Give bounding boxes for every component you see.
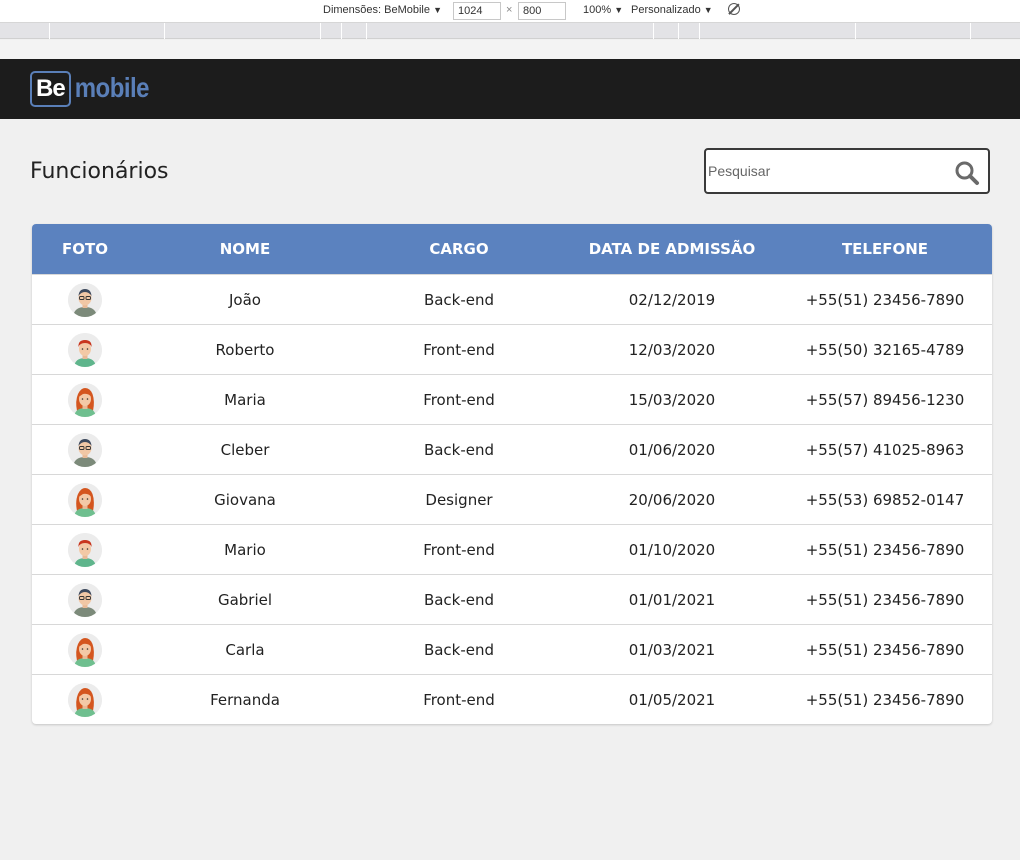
name-cell: Fernanda: [210, 690, 280, 709]
media-query-ruler[interactable]: [0, 23, 1020, 39]
app-header: Be mobile: [0, 59, 1020, 119]
search-icon[interactable]: [954, 160, 980, 186]
phone-cell: +55(50) 32165-4789: [805, 340, 965, 359]
name-cell: Carla: [225, 640, 265, 659]
role-cell: Front-end: [423, 390, 495, 409]
woman-redhair-avatar-icon: [68, 682, 102, 717]
photo-cell: [32, 532, 138, 567]
role-cell: Front-end: [423, 690, 495, 709]
role-cell: Front-end: [423, 340, 495, 359]
woman-redhair-avatar-icon: [68, 482, 102, 517]
search-box[interactable]: [704, 148, 990, 194]
name-cell: João: [229, 290, 261, 309]
table-row[interactable]: Giovana Designer 20/06/2020 +55(53) 6985…: [32, 474, 992, 524]
viewport-width-input[interactable]: [453, 2, 501, 20]
chevron-down-icon: ▼: [703, 5, 713, 15]
name-cell: Roberto: [215, 340, 275, 359]
devtools-device-toolbar: Dimensões: BeMobile ▼ × 100% ▼ Personali…: [0, 0, 1020, 23]
admission-date-cell: 01/01/2021: [628, 590, 716, 609]
man-glasses-avatar-icon: [68, 582, 102, 617]
employees-table: FOTO NOME CARGO DATA DE ADMISSÃO TELEFON…: [32, 224, 992, 724]
photo-cell: [32, 632, 138, 667]
photo-cell: [32, 682, 138, 717]
phone-cell: +55(51) 23456-7890: [805, 590, 965, 609]
admission-date-cell: 01/10/2020: [628, 540, 716, 559]
table-row[interactable]: Mario Front-end 01/10/2020 +55(51) 23456…: [32, 524, 992, 574]
name-cell: Mario: [224, 540, 266, 559]
photo-cell: [32, 282, 138, 317]
name-cell: Giovana: [214, 490, 276, 509]
role-cell: Back-end: [423, 640, 495, 659]
admission-date-cell: 01/06/2020: [628, 440, 716, 459]
role-cell: Designer: [425, 490, 493, 509]
phone-cell: +55(57) 89456-1230: [805, 390, 965, 409]
table-row[interactable]: Gabriel Back-end 01/01/2021 +55(51) 2345…: [32, 574, 992, 624]
chevron-down-icon: ▼: [433, 5, 442, 15]
column-header-data-admissao: DATA DE ADMISSÃO: [588, 240, 756, 258]
photo-cell: [32, 332, 138, 367]
column-header-cargo: CARGO: [429, 240, 489, 258]
man-glasses-avatar-icon: [68, 432, 102, 467]
viewport-top-gap: [0, 40, 1020, 59]
role-cell: Back-end: [423, 590, 495, 609]
column-header-foto: FOTO: [62, 240, 108, 258]
photo-cell: [32, 382, 138, 417]
table-row[interactable]: Cleber Back-end 01/06/2020 +55(57) 41025…: [32, 424, 992, 474]
name-cell: Maria: [224, 390, 266, 409]
name-cell: Cleber: [220, 440, 270, 459]
table-body: João Back-end 02/12/2019 +55(51) 23456-7…: [32, 274, 992, 724]
times-separator: ×: [506, 4, 513, 16]
role-cell: Front-end: [423, 540, 495, 559]
table-row[interactable]: Carla Back-end 01/03/2021 +55(51) 23456-…: [32, 624, 992, 674]
admission-date-cell: 01/05/2021: [628, 690, 716, 709]
table-row[interactable]: Roberto Front-end 12/03/2020 +55(50) 321…: [32, 324, 992, 374]
phone-cell: +55(53) 69852-0147: [805, 490, 965, 509]
phone-cell: +55(51) 23456-7890: [805, 690, 965, 709]
boy-redhair-avatar-icon: [68, 332, 102, 367]
name-cell: Gabriel: [217, 590, 273, 609]
phone-cell: +55(57) 41025-8963: [805, 440, 965, 459]
search-input[interactable]: [708, 156, 938, 186]
admission-date-cell: 15/03/2020: [628, 390, 716, 409]
phone-cell: +55(51) 23456-7890: [805, 540, 965, 559]
photo-cell: [32, 432, 138, 467]
table-row[interactable]: Fernanda Front-end 01/05/2021 +55(51) 23…: [32, 674, 992, 724]
role-cell: Back-end: [423, 440, 495, 459]
rotate-icon[interactable]: [728, 3, 740, 15]
role-cell: Back-end: [423, 290, 495, 309]
admission-date-cell: 20/06/2020: [628, 490, 716, 509]
admission-date-cell: 01/03/2021: [628, 640, 716, 659]
admission-date-cell: 12/03/2020: [628, 340, 716, 359]
phone-cell: +55(51) 23456-7890: [805, 290, 965, 309]
logo-be-text: Be: [30, 71, 71, 107]
dimensions-dropdown[interactable]: Dimensões: BeMobile ▼: [323, 4, 442, 16]
column-header-telefone: TELEFONE: [841, 240, 929, 258]
logo-mobile-text: mobile: [74, 72, 150, 104]
photo-cell: [32, 482, 138, 517]
table-row[interactable]: João Back-end 02/12/2019 +55(51) 23456-7…: [32, 274, 992, 324]
woman-redhair-avatar-icon: [68, 382, 102, 417]
column-header-nome: NOME: [219, 240, 271, 258]
phone-cell: +55(51) 23456-7890: [805, 640, 965, 659]
zoom-dropdown[interactable]: 100% ▼: [583, 4, 623, 16]
throttle-dropdown[interactable]: Personalizado ▼: [631, 4, 713, 16]
table-row[interactable]: Maria Front-end 15/03/2020 +55(57) 89456…: [32, 374, 992, 424]
man-glasses-avatar-icon: [68, 282, 102, 317]
page-title: Funcionários: [30, 159, 169, 184]
woman-redhair-avatar-icon: [68, 632, 102, 667]
bemobile-logo[interactable]: Be mobile: [30, 71, 150, 107]
admission-date-cell: 02/12/2019: [628, 290, 716, 309]
table-header: FOTO NOME CARGO DATA DE ADMISSÃO TELEFON…: [32, 224, 992, 274]
photo-cell: [32, 582, 138, 617]
boy-redhair-avatar-icon: [68, 532, 102, 567]
chevron-down-icon: ▼: [614, 5, 624, 15]
viewport-height-input[interactable]: [518, 2, 566, 20]
